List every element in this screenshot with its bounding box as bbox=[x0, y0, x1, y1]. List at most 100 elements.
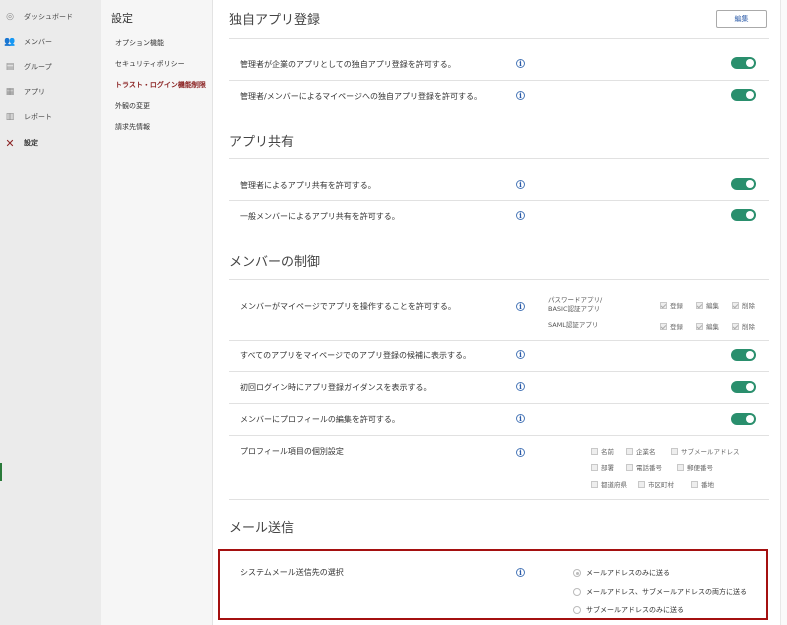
setting-label: 管理者/メンバーによるマイページへの独自アプリ登録を許可する。 bbox=[240, 92, 482, 101]
checkbox-profile-city[interactable]: 市区町村 bbox=[638, 479, 674, 489]
sidebar-item-label: グループ bbox=[24, 63, 52, 71]
divider bbox=[229, 38, 769, 39]
checkbox-label: 編集 bbox=[706, 302, 719, 310]
checkbox-label: 部署 bbox=[601, 464, 614, 472]
divider bbox=[229, 340, 769, 341]
checkbox-profile-department[interactable]: 部署 bbox=[591, 462, 614, 472]
checkbox-box bbox=[696, 301, 703, 309]
sidebar-item-apps[interactable]: ▦ アプリ bbox=[0, 81, 101, 103]
checkbox-label: 登録 bbox=[670, 323, 683, 331]
edit-button[interactable]: 編集 bbox=[716, 10, 767, 28]
checkbox-box bbox=[660, 322, 667, 330]
toggle-switch[interactable] bbox=[731, 209, 756, 221]
checkbox-profile-postal[interactable]: 郵便番号 bbox=[677, 462, 713, 472]
info-icon[interactable]: i bbox=[516, 91, 525, 100]
apps-icon: ▦ bbox=[5, 87, 15, 97]
sidebar-item-members[interactable]: 👥 メンバー bbox=[0, 31, 101, 53]
checkbox-profile-phone[interactable]: 電話番号 bbox=[626, 462, 662, 472]
sidebar-item-label: レポート bbox=[24, 113, 52, 121]
checkbox-box bbox=[638, 480, 645, 488]
subnav-item-restrictions[interactable]: トラスト・ログイン機能制限 bbox=[115, 80, 206, 90]
checkbox-register[interactable]: 登録 bbox=[660, 300, 683, 310]
checkbox-label: 番地 bbox=[701, 481, 714, 489]
checkbox-label: 企業名 bbox=[636, 448, 656, 456]
section-title-own-app: 独自アプリ登録 bbox=[229, 13, 321, 28]
setting-label: すべてのアプリをマイページでのアプリ登録の候補に表示する。 bbox=[240, 351, 471, 360]
checkbox-box bbox=[691, 480, 698, 488]
divider bbox=[229, 499, 769, 500]
checkbox-box bbox=[660, 301, 667, 309]
setting-label: メンバーにプロフィールの編集を許可する。 bbox=[240, 415, 400, 424]
toggle-switch[interactable] bbox=[731, 349, 756, 361]
toggle-switch[interactable] bbox=[731, 57, 756, 69]
sidebar-item-label: メンバー bbox=[24, 38, 52, 46]
scrollbar[interactable] bbox=[780, 0, 787, 625]
info-icon[interactable]: i bbox=[516, 302, 525, 311]
checkbox-box bbox=[677, 463, 684, 471]
report-icon: ▥ bbox=[5, 112, 15, 122]
checkbox-edit[interactable]: 編集 bbox=[696, 300, 719, 310]
sidebar-item-report[interactable]: ▥ レポート bbox=[0, 106, 101, 128]
info-icon[interactable]: i bbox=[516, 350, 525, 359]
checkbox-label: 電話番号 bbox=[636, 464, 662, 472]
subnav-item-options[interactable]: オプション機能 bbox=[115, 38, 164, 48]
checkbox-box bbox=[591, 463, 598, 471]
subnav-item-billing[interactable]: 請求先情報 bbox=[115, 122, 150, 132]
checkbox-label: サブメールアドレス bbox=[681, 448, 740, 456]
toggle-switch[interactable] bbox=[731, 413, 756, 425]
subnav-item-security[interactable]: セキュリティポリシー bbox=[115, 59, 185, 69]
sidebar-item-label: 設定 bbox=[24, 139, 38, 147]
divider bbox=[229, 279, 769, 280]
info-icon[interactable]: i bbox=[516, 382, 525, 391]
info-icon[interactable]: i bbox=[516, 59, 525, 68]
subnav-item-appearance[interactable]: 外観の変更 bbox=[115, 101, 150, 111]
setting-label: メンバーがマイページでアプリを操作することを許可する。 bbox=[240, 302, 456, 311]
info-icon[interactable]: i bbox=[516, 448, 525, 457]
setting-label: 一般メンバーによるアプリ共有を許可する。 bbox=[240, 212, 400, 221]
perm-label-saml-app: SAML認証アプリ bbox=[548, 321, 599, 329]
checkbox-profile-name[interactable]: 名前 bbox=[591, 446, 614, 456]
toggle-switch[interactable] bbox=[731, 381, 756, 393]
divider bbox=[229, 200, 769, 201]
info-icon[interactable]: i bbox=[516, 180, 525, 189]
sidebar-item-dashboard[interactable]: ◎ ダッシュボード bbox=[0, 6, 101, 28]
dashboard-icon: ◎ bbox=[6, 12, 14, 22]
divider bbox=[229, 158, 769, 159]
sidebar-item-settings[interactable]: ✕ 設定 bbox=[0, 132, 101, 154]
checkbox-label: 削除 bbox=[742, 302, 755, 310]
checkbox-box bbox=[696, 322, 703, 330]
checkbox-profile-address[interactable]: 番地 bbox=[691, 479, 714, 489]
sidebar-item-label: ダッシュボード bbox=[24, 13, 73, 21]
checkbox-box bbox=[671, 447, 678, 455]
perm-label-password-app: パスワードアプリ/ BASIC認証アプリ bbox=[548, 296, 603, 313]
sidebar-edge-marker bbox=[0, 463, 2, 481]
highlight-box bbox=[218, 549, 768, 620]
checkbox-label: 編集 bbox=[706, 323, 719, 331]
checkbox-label: 削除 bbox=[742, 323, 755, 331]
group-icon: ▤ bbox=[5, 62, 15, 72]
checkbox-label: 都道府県 bbox=[601, 481, 627, 489]
info-icon[interactable]: i bbox=[516, 414, 525, 423]
divider bbox=[229, 435, 769, 436]
divider bbox=[229, 371, 769, 372]
checkbox-label: 市区町村 bbox=[648, 481, 674, 489]
checkbox-delete[interactable]: 削除 bbox=[732, 300, 755, 310]
checkbox-profile-prefecture[interactable]: 都道府県 bbox=[591, 479, 627, 489]
checkbox-box bbox=[591, 480, 598, 488]
checkbox-profile-submail[interactable]: サブメールアドレス bbox=[671, 446, 740, 456]
settings-icon: ✕ bbox=[5, 136, 15, 150]
checkbox-profile-company[interactable]: 企業名 bbox=[626, 446, 656, 456]
checkbox-box bbox=[732, 322, 739, 330]
checkbox-box bbox=[732, 301, 739, 309]
checkbox-edit[interactable]: 編集 bbox=[696, 321, 719, 331]
toggle-switch[interactable] bbox=[731, 178, 756, 190]
setting-label: 管理者が企業のアプリとしての独自アプリ登録を許可する。 bbox=[240, 60, 456, 69]
section-title-mail: メール送信 bbox=[229, 521, 295, 536]
toggle-switch[interactable] bbox=[731, 89, 756, 101]
checkbox-register[interactable]: 登録 bbox=[660, 321, 683, 331]
sidebar: ◎ ダッシュボード 👥 メンバー ▤ グループ ▦ アプリ ▥ レポート ✕ 設… bbox=[0, 0, 101, 625]
checkbox-label: 名前 bbox=[601, 448, 614, 456]
info-icon[interactable]: i bbox=[516, 211, 525, 220]
checkbox-delete[interactable]: 削除 bbox=[732, 321, 755, 331]
sidebar-item-group[interactable]: ▤ グループ bbox=[0, 56, 101, 78]
